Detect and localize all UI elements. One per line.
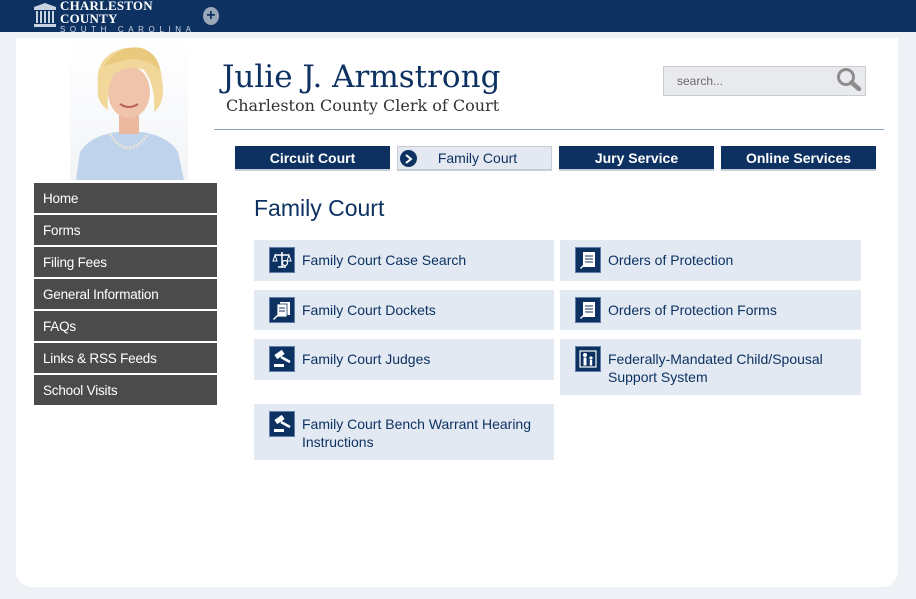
link-card-label: Orders of Protection bbox=[608, 252, 734, 268]
search-icon bbox=[836, 67, 862, 96]
document-icon bbox=[575, 247, 601, 273]
courthouse-icon bbox=[33, 3, 57, 29]
scales-icon bbox=[269, 247, 295, 273]
link-card-dockets[interactable]: Family Court Dockets bbox=[254, 290, 554, 330]
tab-jury-service[interactable]: Jury Service bbox=[559, 146, 714, 171]
sidebar-item-label: General Information bbox=[43, 286, 159, 302]
document-icon bbox=[575, 297, 601, 323]
link-card-orders-of-protection[interactable]: Orders of Protection bbox=[560, 240, 861, 281]
sidebar-item-links-rss[interactable]: Links & RSS Feeds bbox=[34, 343, 217, 373]
sidebar-item-forms[interactable]: Forms bbox=[34, 215, 217, 245]
link-card-case-search[interactable]: Family Court Case Search bbox=[254, 240, 554, 281]
search-button[interactable] bbox=[832, 67, 865, 95]
sidebar-item-label: Home bbox=[43, 190, 79, 206]
sidebar-item-school-visits[interactable]: School Visits bbox=[34, 375, 217, 405]
link-card-label: Family Court Judges bbox=[302, 351, 431, 367]
tab-label: Family Court bbox=[437, 150, 518, 166]
link-card-judges[interactable]: Family Court Judges bbox=[254, 339, 554, 380]
clerk-portrait bbox=[70, 40, 188, 180]
logo-subtitle: SOUTH CAROLINA bbox=[60, 24, 196, 34]
sidebar-item-home[interactable]: Home bbox=[34, 183, 217, 213]
sidebar-item-general-information[interactable]: General Information bbox=[34, 279, 217, 309]
sidebar-item-faqs[interactable]: FAQs bbox=[34, 311, 217, 341]
tab-label: Online Services bbox=[745, 149, 852, 166]
header-divider bbox=[214, 129, 884, 130]
plus-icon[interactable]: + bbox=[202, 7, 219, 25]
tab-family-court[interactable]: Family Court bbox=[397, 146, 552, 171]
sidebar-item-filing-fees[interactable]: Filing Fees bbox=[34, 247, 217, 277]
gavel-icon bbox=[269, 346, 295, 372]
clerk-name: Julie J. Armstrong bbox=[222, 59, 501, 95]
clerk-title: Charleston County Clerk of Court bbox=[226, 96, 500, 115]
sidebar-nav: Home Forms Filing Fees General Informati… bbox=[34, 183, 217, 407]
chevron-right-icon bbox=[400, 150, 417, 167]
documents-icon bbox=[269, 297, 295, 323]
sidebar-item-label: Forms bbox=[43, 222, 81, 238]
link-card-bench-warrant[interactable]: Family Court Bench Warrant Hearing Instr… bbox=[254, 404, 554, 460]
logo-title: CHARLESTON COUNTY bbox=[60, 0, 153, 26]
sidebar-item-label: Filing Fees bbox=[43, 254, 107, 270]
link-card-support-system[interactable]: Federally-Mandated Child/Spousal Support… bbox=[560, 339, 861, 395]
link-card-label: Orders of Protection Forms bbox=[608, 302, 777, 318]
link-card-label: Federally-Mandated Child/Spousal Support… bbox=[608, 351, 823, 385]
family-icon bbox=[575, 346, 601, 372]
county-logo[interactable]: CHARLESTON COUNTY SOUTH CAROLINA + bbox=[33, 0, 219, 34]
link-card-label: Family Court Bench Warrant Hearing Instr… bbox=[302, 416, 532, 450]
link-card-label: Family Court Case Search bbox=[302, 252, 467, 268]
sidebar-item-label: School Visits bbox=[43, 382, 118, 398]
search-input[interactable] bbox=[664, 67, 832, 95]
tab-online-services[interactable]: Online Services bbox=[721, 146, 876, 171]
tab-label: Circuit Court bbox=[269, 149, 356, 166]
sidebar-item-label: Links & RSS Feeds bbox=[43, 350, 157, 366]
link-card-orders-of-protection-forms[interactable]: Orders of Protection Forms bbox=[560, 290, 861, 330]
search-box bbox=[663, 66, 866, 96]
link-card-label: Family Court Dockets bbox=[302, 302, 436, 318]
gavel-icon bbox=[269, 411, 295, 437]
top-bar: CHARLESTON COUNTY SOUTH CAROLINA + bbox=[0, 0, 916, 34]
page-title: Family Court bbox=[254, 195, 385, 221]
tab-circuit-court[interactable]: Circuit Court bbox=[235, 146, 390, 171]
sidebar-item-label: FAQs bbox=[43, 318, 76, 334]
tab-label: Jury Service bbox=[594, 149, 679, 166]
